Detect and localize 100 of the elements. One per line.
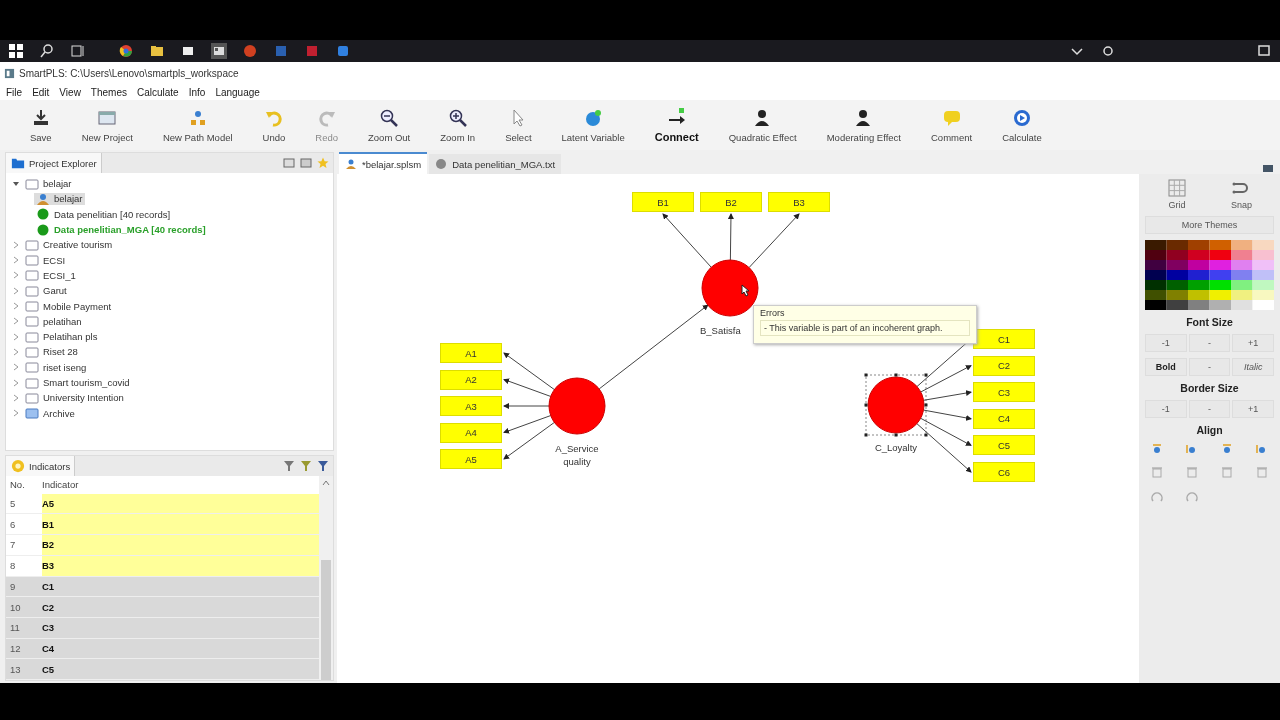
tree-item[interactable]: Smart tourism_covid (23, 376, 132, 389)
construct-circle[interactable] (701, 259, 759, 317)
table-row[interactable]: 8 B3 (6, 555, 319, 577)
column-header[interactable]: Indicator (42, 479, 319, 491)
tree-item[interactable]: pelatihan (23, 315, 84, 328)
tree-item[interactable]: ECSI (23, 254, 68, 267)
presentation-icon[interactable] (242, 43, 258, 59)
table-row[interactable]: 9 C1 (6, 576, 319, 598)
tree-item[interactable]: ECSI_1 (23, 269, 78, 282)
folder-icon[interactable] (149, 43, 165, 59)
panel-tab[interactable]: Indicators (6, 456, 76, 476)
tree-item[interactable]: Creative tourism (23, 238, 115, 251)
indicator-box[interactable]: A3 (440, 396, 502, 416)
search-icon[interactable] (39, 43, 55, 59)
border-size-button[interactable]: +1 (1232, 400, 1274, 418)
construct-circle[interactable] (548, 377, 606, 435)
indicator-box[interactable]: A2 (440, 369, 502, 390)
toolbar-button[interactable]: New Project (73, 105, 141, 145)
table-row[interactable]: 11 C3 (6, 617, 319, 639)
filter-icon[interactable] (300, 460, 312, 472)
font-size-button[interactable]: - (1188, 334, 1231, 352)
arrow[interactable] (923, 390, 972, 401)
menu-item[interactable]: Calculate (137, 86, 179, 98)
snap-button[interactable]: Snap (1230, 178, 1252, 210)
arrow[interactable] (503, 403, 550, 409)
toolbar-button[interactable]: Latent Variable (553, 105, 633, 145)
grid-button[interactable]: Grid (1167, 178, 1187, 210)
tree-item[interactable]: belajar (34, 192, 85, 205)
filter-icon[interactable] (317, 460, 329, 472)
arrow[interactable] (503, 415, 552, 434)
rotate-icon[interactable] (1185, 490, 1200, 504)
expanded-arrow-icon[interactable] (12, 179, 20, 188)
table-row[interactable]: 6 B1 (6, 514, 319, 536)
construct-circle[interactable] (864, 373, 928, 437)
distribute-icon[interactable] (1254, 466, 1269, 480)
distribute-icon[interactable] (1185, 466, 1200, 480)
distribute-icon[interactable] (1150, 466, 1165, 480)
indicator-box[interactable]: C4 (973, 408, 1035, 429)
tree-item[interactable]: Riset 28 (23, 345, 80, 358)
indicator-box[interactable]: C2 (973, 355, 1035, 376)
toolbar-button[interactable]: Save (22, 105, 60, 145)
rotate-icon[interactable] (1150, 490, 1165, 504)
indicator-box[interactable]: B1 (632, 192, 694, 212)
tree-item[interactable]: Archive (23, 407, 77, 420)
scrollbar[interactable] (319, 476, 333, 680)
arrow[interactable] (920, 417, 972, 446)
chat-icon[interactable] (335, 43, 351, 59)
tree-item[interactable]: Garut (23, 284, 69, 297)
toolbar-button[interactable]: New Path Model (154, 105, 241, 145)
browser-icon[interactable] (118, 43, 134, 59)
indicator-box[interactable]: B2 (700, 192, 762, 212)
tree-item[interactable]: Data penelitian [40 records] (34, 208, 173, 221)
distribute-icon[interactable] (1219, 466, 1234, 480)
tree-item[interactable]: University Intention (23, 391, 126, 404)
toolbar-button[interactable]: Moderating Effect (818, 105, 909, 145)
toolbar-button[interactable]: Zoom In (432, 105, 484, 145)
font-style-button[interactable]: - (1188, 358, 1231, 376)
table-row[interactable]: 13 C5 (6, 659, 319, 681)
table-row[interactable]: 5 A5 (6, 493, 319, 515)
menu-item[interactable]: View (59, 86, 81, 98)
notification-icon[interactable] (1256, 43, 1272, 59)
menu-item[interactable]: Language (215, 86, 260, 98)
editor-tab[interactable]: Data penelitian_MGA.txt (429, 154, 562, 174)
arrow[interactable] (727, 213, 734, 261)
font-size-button[interactable]: -1 (1145, 334, 1187, 352)
arrow[interactable] (503, 352, 555, 391)
pdf-icon[interactable] (304, 43, 320, 59)
app-icon[interactable] (211, 43, 227, 59)
task-view-icon[interactable] (70, 43, 86, 59)
tree-item[interactable]: Data penelitian_MGA [40 records] (34, 223, 208, 236)
toolbar-button[interactable]: Undo (254, 105, 294, 145)
indicator-box[interactable]: C5 (973, 435, 1035, 456)
indicator-box[interactable]: A5 (440, 449, 502, 469)
toolbar-button[interactable]: Quadratic Effect (720, 105, 805, 145)
border-size-button[interactable]: - (1188, 400, 1231, 418)
arrow[interactable] (503, 378, 552, 397)
tree-item[interactable]: riset iseng (23, 361, 89, 374)
document-icon[interactable] (273, 43, 289, 59)
maximize-icon[interactable] (300, 157, 312, 169)
tree-item[interactable]: Pelatihan pls (23, 330, 100, 343)
menu-item[interactable]: Info (188, 86, 206, 98)
network-icon[interactable] (1100, 43, 1116, 59)
table-row[interactable]: 12 C4 (6, 638, 319, 660)
font-style-button[interactable]: Bold (1145, 358, 1187, 376)
windows-icon[interactable] (8, 43, 24, 59)
arrow[interactable] (916, 423, 972, 473)
star-icon[interactable] (317, 157, 329, 169)
view-menu-icon[interactable] (1262, 162, 1274, 174)
column-header[interactable]: No. (6, 479, 42, 491)
indicator-box[interactable]: B3 (768, 192, 830, 212)
menu-item[interactable]: Edit (32, 86, 50, 98)
arrow[interactable] (920, 365, 972, 393)
indicator-box[interactable]: A4 (440, 422, 502, 443)
toolbar-button[interactable]: Connect (646, 105, 707, 145)
indicator-box[interactable]: A1 (440, 343, 502, 363)
minimize-icon[interactable] (283, 157, 295, 169)
font-style-button[interactable]: Italic (1232, 358, 1274, 376)
menu-item[interactable]: Themes (90, 86, 127, 98)
toolbar-button[interactable]: Select (497, 105, 540, 145)
border-size-button[interactable]: -1 (1145, 400, 1187, 418)
